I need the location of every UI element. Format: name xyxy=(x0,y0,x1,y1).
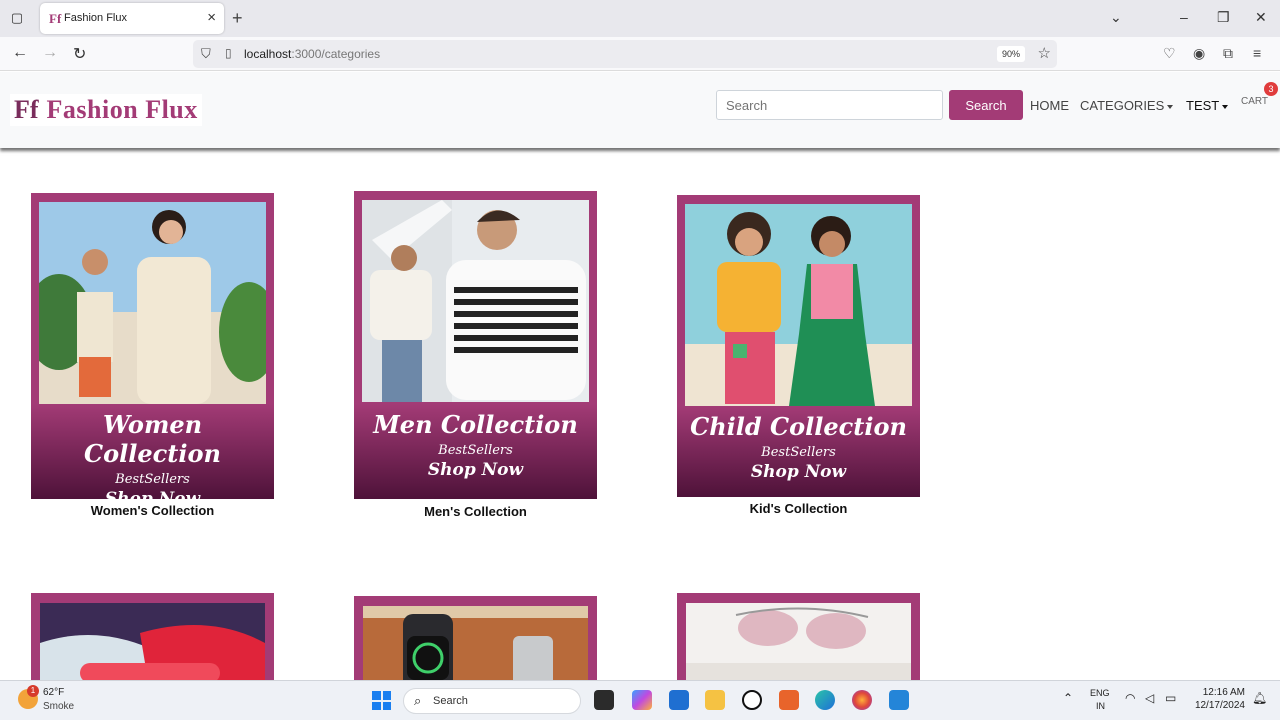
language-top[interactable]: ENG xyxy=(1090,688,1110,698)
notification-bell-icon[interactable]: 🔔︎ xyxy=(1252,691,1267,705)
menu-icon[interactable]: ≡ xyxy=(1253,45,1261,61)
browser-tabstrip: ▢ Ff Fashion Flux × + ⌄ – ❐ ✕ xyxy=(0,0,1280,37)
chevron-up-icon[interactable]: ⌃ xyxy=(1063,691,1073,705)
windows-start-icon[interactable] xyxy=(372,691,391,710)
logo-text: Fashion Flux xyxy=(46,95,198,124)
site-logo[interactable]: Ff Fashion Flux xyxy=(10,94,202,126)
new-tab-icon[interactable]: + xyxy=(232,8,243,29)
close-window-icon[interactable]: ✕ xyxy=(1255,9,1267,26)
nav-cart[interactable]: CART xyxy=(1241,96,1268,107)
reload-icon[interactable]: ↻ xyxy=(73,44,86,64)
card-banner: Child Collection BestSellers Shop Now xyxy=(677,406,920,497)
cart-count-badge: 3 xyxy=(1264,82,1278,96)
language-bottom[interactable]: IN xyxy=(1096,701,1105,711)
banner-title: Men Collection xyxy=(373,410,578,439)
app-icon[interactable] xyxy=(779,690,799,710)
chevron-down-icon xyxy=(1222,104,1229,109)
favicon-icon: Ff xyxy=(49,11,62,26)
volume-icon[interactable]: ◁ xyxy=(1145,691,1154,705)
card-frame: Child Collection BestSellers Shop Now xyxy=(677,195,920,497)
card-banner: Women Collection BestSellers Shop Now xyxy=(31,404,274,509)
search-input[interactable] xyxy=(716,90,943,120)
category-card-footwear[interactable] xyxy=(31,593,274,693)
copilot-icon[interactable] xyxy=(632,690,652,710)
url-host: localhost xyxy=(244,47,292,61)
page-info-icon[interactable]: ▯ xyxy=(225,46,232,60)
address-bar[interactable]: ⛉ ▯ localhost:3000/categories 90% ☆ xyxy=(193,40,1057,68)
card-banner: Men Collection BestSellers Shop Now xyxy=(354,404,597,499)
clock[interactable]: 12:16 AM 12/17/2024 xyxy=(1187,687,1245,711)
taskbar: 1 62°F Smoke ⌕ Search ⌃ ENG IN ◠ ◁ ▭ 12:… xyxy=(0,680,1280,720)
back-icon[interactable]: ← xyxy=(12,44,28,62)
nav-categories-label: CATEGORIES xyxy=(1080,98,1165,113)
edge-icon[interactable] xyxy=(815,690,835,710)
bookmark-star-icon[interactable]: ☆ xyxy=(1038,44,1051,62)
battery-icon[interactable]: ▭ xyxy=(1165,691,1176,705)
close-tab-icon[interactable]: × xyxy=(207,9,216,26)
card-caption[interactable]: Women's Collection xyxy=(31,503,274,518)
file-explorer-icon[interactable] xyxy=(705,690,725,710)
nav-user[interactable]: TEST xyxy=(1186,98,1229,113)
nav-home[interactable]: HOME xyxy=(1030,98,1069,113)
url-path: :3000/categories xyxy=(291,47,381,61)
banner-cta[interactable]: Shop Now xyxy=(354,460,597,480)
list-tabs-icon[interactable]: ⌄ xyxy=(1110,9,1122,26)
clock-time: 12:16 AM xyxy=(1202,687,1245,698)
card-caption[interactable]: Kid's Collection xyxy=(677,501,920,516)
nav-user-label: TEST xyxy=(1186,98,1220,113)
store-icon[interactable] xyxy=(669,690,689,710)
forward-icon[interactable]: → xyxy=(42,44,58,62)
site-header: Ff Fashion Flux Search HOME CATEGORIES T… xyxy=(0,72,1280,148)
browser-navbar: ← → ↻ ⛉ ▯ localhost:3000/categories 90% … xyxy=(0,37,1280,71)
wifi-icon[interactable]: ◠ xyxy=(1125,691,1135,705)
taskbar-search[interactable]: ⌕ Search xyxy=(403,688,581,714)
search-icon: ⌕ xyxy=(414,693,422,708)
banner-subtitle: BestSellers xyxy=(438,443,513,458)
women-collection-image xyxy=(39,202,266,404)
weather-badge: 1 xyxy=(27,685,39,697)
chevron-down-icon xyxy=(1167,104,1174,109)
vscode-icon[interactable] xyxy=(889,690,909,710)
firefox-icon[interactable] xyxy=(852,690,872,710)
category-card-eyewear[interactable] xyxy=(677,593,920,693)
nav-categories[interactable]: CATEGORIES xyxy=(1080,98,1174,113)
search-button[interactable]: Search xyxy=(949,90,1023,120)
tab-overview-icon[interactable]: ▢ xyxy=(8,10,26,28)
account-icon[interactable]: ◉ xyxy=(1193,45,1205,62)
taskbar-search-label: Search xyxy=(433,695,468,707)
banner-title: Women Collection xyxy=(84,410,221,468)
banner-subtitle: BestSellers xyxy=(115,472,190,487)
card-frame: Men Collection BestSellers Shop Now xyxy=(354,191,597,499)
clock-date: 12/17/2024 xyxy=(1194,700,1245,711)
men-collection-image xyxy=(362,200,589,402)
banner-title: Child Collection xyxy=(690,412,907,441)
shield-icon[interactable]: ⛉ xyxy=(201,46,211,62)
pocket-icon[interactable]: ♡ xyxy=(1163,45,1176,62)
card-caption[interactable]: Men's Collection xyxy=(354,504,597,519)
task-view-icon[interactable] xyxy=(594,690,614,710)
zoom-indicator[interactable]: 90% xyxy=(997,46,1025,62)
tab-title: Fashion Flux xyxy=(64,12,127,24)
browser-tab[interactable]: Ff Fashion Flux × xyxy=(40,3,224,34)
kids-collection-image xyxy=(685,204,912,406)
banner-subtitle: BestSellers xyxy=(761,445,836,460)
url-text[interactable]: localhost:3000/categories xyxy=(244,47,380,61)
extensions-icon[interactable]: ⧉ xyxy=(1223,45,1233,62)
banner-cta[interactable]: Shop Now xyxy=(677,462,920,482)
maximize-icon[interactable]: ❐ xyxy=(1217,9,1230,26)
weather-temp[interactable]: 62°F xyxy=(43,687,64,698)
minimize-icon[interactable]: – xyxy=(1180,9,1188,25)
weather-desc[interactable]: Smoke xyxy=(43,701,74,712)
dell-icon[interactable] xyxy=(742,690,762,710)
card-frame: Women Collection BestSellers Shop Now xyxy=(31,193,274,509)
logo-mark: Ff xyxy=(14,95,39,124)
